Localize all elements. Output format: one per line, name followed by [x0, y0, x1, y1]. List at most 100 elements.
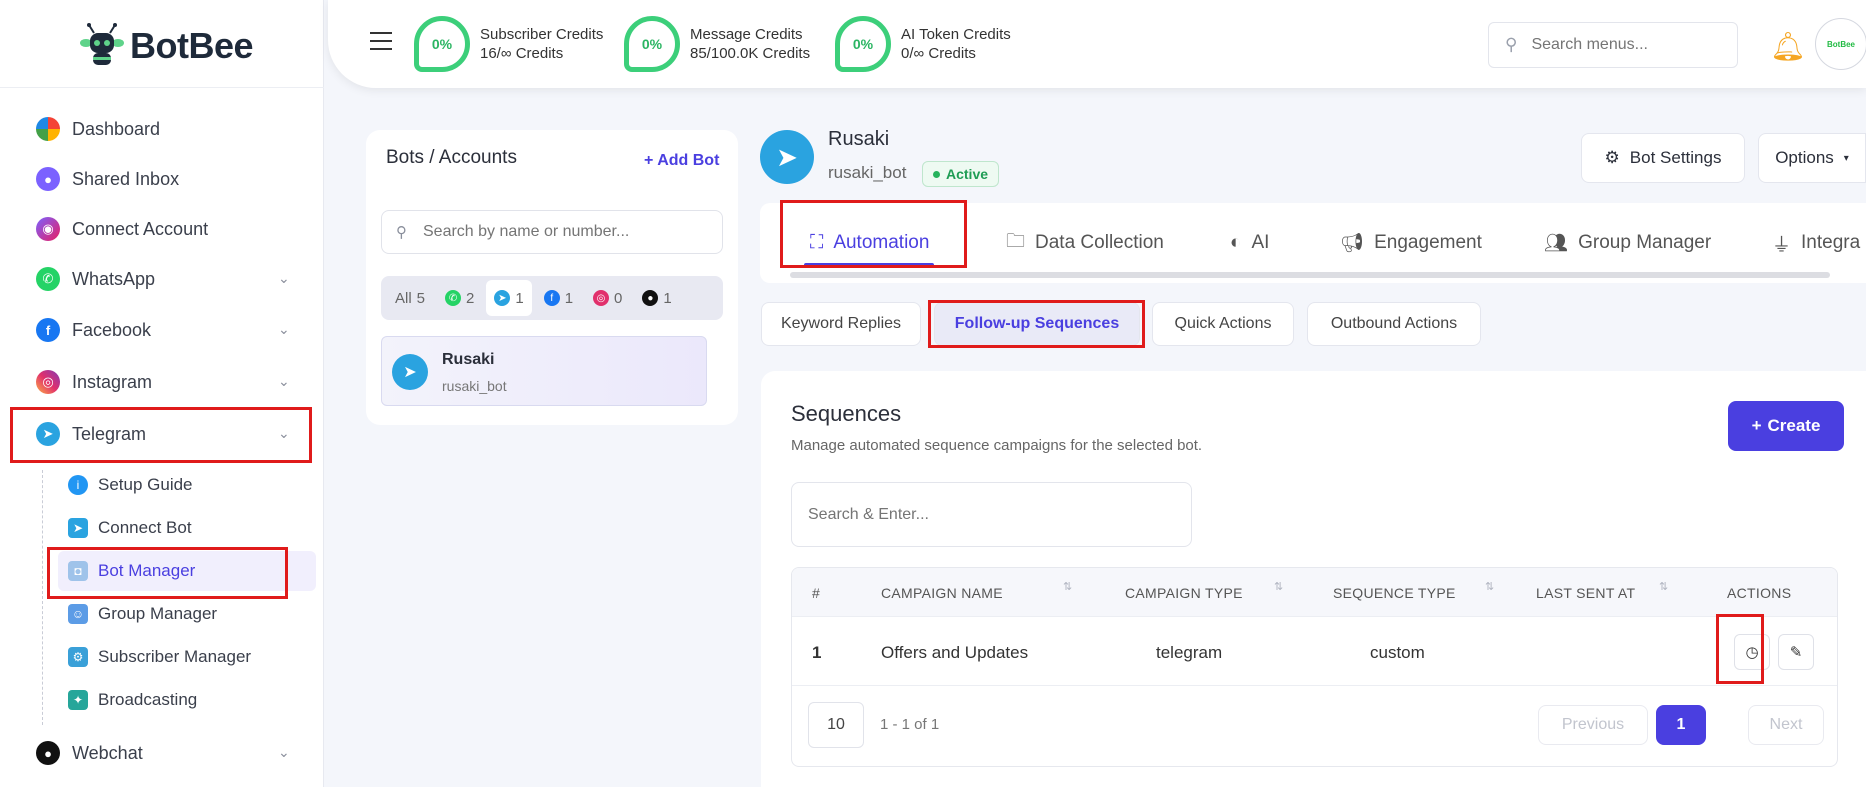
campaign-type: telegram — [1156, 643, 1223, 662]
subscriber-icon: ⚙ — [68, 647, 88, 667]
sidebar-subitem-subscriber-manager[interactable]: ⚙ Subscriber Manager — [58, 637, 316, 677]
tab-label: Automation — [833, 232, 930, 253]
bot-search[interactable]: ⚲ — [381, 210, 723, 254]
tab-engagement[interactable]: 📢︎ Engagement — [1340, 223, 1482, 263]
sequence-search-input[interactable] — [808, 505, 1168, 524]
bot-card[interactable]: ➤ Rusaki rusaki_bot — [381, 336, 707, 406]
sidebar-subitem-bot-manager[interactable]: ◘ Bot Manager — [58, 551, 316, 591]
caret-down-icon: ▾ — [1843, 152, 1849, 164]
sidebar-item-telegram[interactable]: ➤ Telegram ⌄ — [12, 411, 312, 457]
filter-instagram[interactable]: ◎ 0 — [585, 280, 630, 316]
avatar[interactable]: BotBee — [1815, 18, 1866, 70]
credit-ring: 0% — [414, 16, 470, 72]
tab-label: Integra — [1801, 232, 1861, 253]
menu-search[interactable]: ⚲ — [1488, 22, 1738, 68]
chevron-down-icon: ⌄ — [278, 321, 290, 337]
filter-count: 1 — [515, 289, 524, 307]
tab-label: Group Manager — [1578, 232, 1712, 253]
hamburger-menu-icon[interactable] — [370, 32, 392, 52]
filter-telegram[interactable]: ➤ 1 — [486, 280, 532, 316]
chevron-down-icon: ⌄ — [278, 270, 290, 286]
sidebar-subitem-label: Connect Bot — [98, 518, 192, 537]
options-dropdown[interactable]: Options ▾ — [1758, 133, 1866, 183]
column-header[interactable]: LAST SENT AT — [1536, 585, 1635, 601]
filter-all[interactable]: All 5 — [387, 280, 433, 316]
sidebar-item-shared-inbox[interactable]: ● Shared Inbox — [12, 156, 312, 202]
edit-icon: ✎ — [1789, 644, 1803, 661]
sort-icon[interactable]: ⇅ — [1485, 580, 1494, 593]
filter-count: 0 — [614, 289, 623, 307]
column-header[interactable]: CAMPAIGN TYPE — [1125, 585, 1243, 601]
bot-name: Rusaki — [828, 128, 890, 150]
next-page-button[interactable]: Next — [1748, 705, 1824, 745]
edit-button[interactable]: ✎ — [1778, 634, 1814, 670]
telegram-icon: ➤ — [494, 290, 511, 306]
subtab-follow-up-sequences[interactable]: Follow-up Sequences — [934, 302, 1140, 346]
filter-label: All — [395, 289, 412, 307]
column-header: ACTIONS — [1727, 585, 1792, 601]
group-icon: 👥︎ — [1544, 233, 1569, 254]
folder-icon: 🗀︎ — [1006, 231, 1026, 252]
column-header: # — [812, 585, 821, 601]
tab-group-manager[interactable]: 👥︎ Group Manager — [1544, 223, 1711, 263]
tab-data-collection[interactable]: 🗀︎ Data Collection — [1006, 223, 1164, 263]
filter-count: 5 — [416, 289, 426, 307]
bot-settings-label: Bot Settings — [1629, 148, 1722, 167]
flow-icon: ⛶ — [810, 232, 824, 253]
sidebar-item-connect-account[interactable]: ◉ Connect Account — [12, 206, 312, 252]
filter-whatsapp[interactable]: ✆ 2 — [437, 280, 482, 316]
bell-icon[interactable]: 🔔︎ — [1770, 30, 1806, 63]
sequence-search[interactable] — [791, 482, 1192, 547]
subtab-quick-actions[interactable]: Quick Actions — [1152, 302, 1294, 346]
menu-search-input[interactable] — [1531, 36, 1712, 54]
previous-page-button[interactable]: Previous — [1538, 705, 1648, 745]
bot-settings-button[interactable]: ⚙ Bot Settings — [1581, 133, 1745, 183]
column-header[interactable]: CAMPAIGN NAME — [881, 585, 1003, 601]
sidebar-item-dashboard[interactable]: Dashboard — [12, 106, 312, 152]
connect-account-icon: ◉ — [36, 217, 60, 241]
subtab-label: Keyword Replies — [780, 315, 902, 332]
tab-automation[interactable]: ⛶ Automation — [810, 223, 929, 263]
sidebar-item-whatsapp[interactable]: ✆ WhatsApp ⌄ — [12, 256, 312, 302]
main-tabs: ⛶ Automation 🗀︎ Data Collection ◐ AI 📢︎ Enga… — [760, 203, 1866, 283]
group-icon: ☺ — [68, 604, 88, 624]
logo[interactable]: BotBee — [80, 20, 254, 72]
column-header[interactable]: SEQUENCE TYPE — [1333, 585, 1456, 601]
credit-value: 0/∞ Credits — [901, 45, 976, 62]
bot-search-input[interactable] — [423, 223, 693, 241]
sidebar-subitem-connect-bot[interactable]: ➤ Connect Bot — [58, 508, 316, 548]
tabs-scrollbar[interactable] — [790, 272, 1830, 278]
create-button[interactable]: + Create — [1728, 401, 1844, 451]
sidebar-item-facebook[interactable]: f Facebook ⌄ — [12, 307, 312, 353]
credit-value: 16/∞ Credits — [480, 45, 564, 62]
tab-integrations[interactable]: ⏚ Integra — [1772, 223, 1860, 263]
dashboard-icon — [36, 117, 60, 141]
sidebar-subitem-setup-guide[interactable]: i Setup Guide — [58, 465, 316, 505]
schedule-button[interactable]: ◷ — [1734, 634, 1770, 670]
sort-icon[interactable]: ⇅ — [1659, 580, 1668, 593]
sort-icon[interactable]: ⇅ — [1274, 580, 1283, 593]
sidebar-item-label: Shared Inbox — [72, 168, 180, 189]
table-row: 1 Offers and Updates telegram custom ◷ ✎ — [792, 616, 1837, 686]
page-1-button[interactable]: 1 — [1656, 705, 1706, 745]
filter-facebook[interactable]: f1 — [536, 280, 581, 316]
sort-icon[interactable]: ⇅ — [1063, 580, 1072, 593]
subtab-outbound-actions[interactable]: Outbound Actions — [1307, 302, 1481, 346]
sidebar-item-webchat[interactable]: ● Webchat ⌄ — [12, 730, 312, 776]
gear-icon: ⚙ — [1604, 148, 1620, 167]
per-page-select[interactable]: 10 — [808, 702, 864, 748]
bot-card-handle: rusaki_bot — [442, 378, 507, 394]
add-bot-button[interactable]: + Add Bot — [644, 152, 719, 170]
filter-webchat[interactable]: ● 1 — [634, 280, 679, 316]
sidebar-subitem-broadcasting[interactable]: ✦ Broadcasting — [58, 680, 316, 720]
create-label: Create — [1767, 416, 1821, 435]
sidebar-subitem-group-manager[interactable]: ☺ Group Manager — [58, 594, 316, 634]
credit-ring: 0% — [835, 16, 891, 72]
search-icon: ⚲ — [1505, 35, 1518, 54]
tab-ai[interactable]: ◐ AI — [1230, 223, 1269, 263]
subtab-keyword-replies[interactable]: Keyword Replies — [761, 302, 921, 346]
chevron-down-icon: ⌄ — [278, 425, 290, 441]
sidebar-item-instagram[interactable]: ◎ Instagram ⌄ — [12, 359, 312, 405]
sidebar-item-label: Telegram — [72, 423, 147, 444]
platform-filters: All 5 ✆ 2 ➤ 1 f1 ◎ 0 ● 1 — [381, 276, 723, 320]
